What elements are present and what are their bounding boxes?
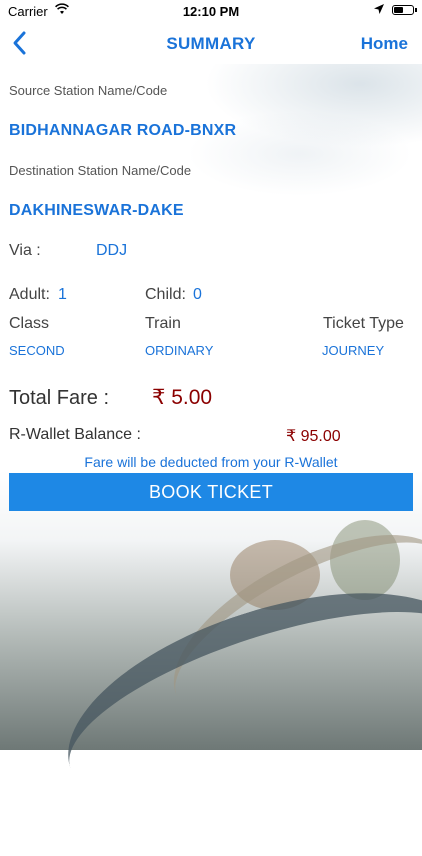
destination-station: DAKHINESWAR-DAKE — [9, 202, 184, 219]
location-arrow-icon — [374, 4, 384, 14]
total-fare-value: ₹ 5.00 — [152, 386, 213, 409]
via-label: Via : — [9, 242, 41, 259]
total-fare-label: Total Fare : — [9, 387, 110, 409]
wallet-balance-label: R-Wallet Balance : — [9, 426, 141, 443]
page-title: SUMMARY — [166, 34, 256, 53]
battery-icon — [392, 5, 417, 15]
adult-label: Adult: — [9, 286, 50, 303]
child-value: 0 — [193, 286, 202, 303]
class-value: SECOND — [9, 343, 65, 358]
child-label: Child: — [145, 286, 186, 303]
adult-value: 1 — [58, 286, 67, 303]
book-ticket-button[interactable]: BOOK TICKET — [9, 473, 413, 511]
train-value: ORDINARY — [145, 343, 214, 358]
deduction-note: Fare will be deducted from your R-Wallet — [84, 454, 338, 470]
home-button[interactable]: Home — [361, 34, 408, 54]
destination-label: Destination Station Name/Code — [9, 163, 192, 178]
source-label: Source Station Name/Code — [9, 83, 168, 98]
nav-bar: SUMMARY Home — [0, 22, 422, 64]
class-label: Class — [9, 315, 50, 332]
wallet-balance-value: ₹ 95.00 — [286, 428, 341, 445]
via-value: DDJ — [96, 242, 128, 259]
source-station: BIDHANNAGAR ROAD-BNXR — [9, 122, 237, 139]
status-time: 12:10 PM — [182, 4, 240, 19]
status-bar: Carrier 12:10 PM — [0, 0, 422, 22]
ticket-type-label: Ticket Type — [323, 315, 404, 332]
train-label: Train — [145, 315, 181, 332]
ticket-type-value: JOURNEY — [322, 343, 385, 358]
